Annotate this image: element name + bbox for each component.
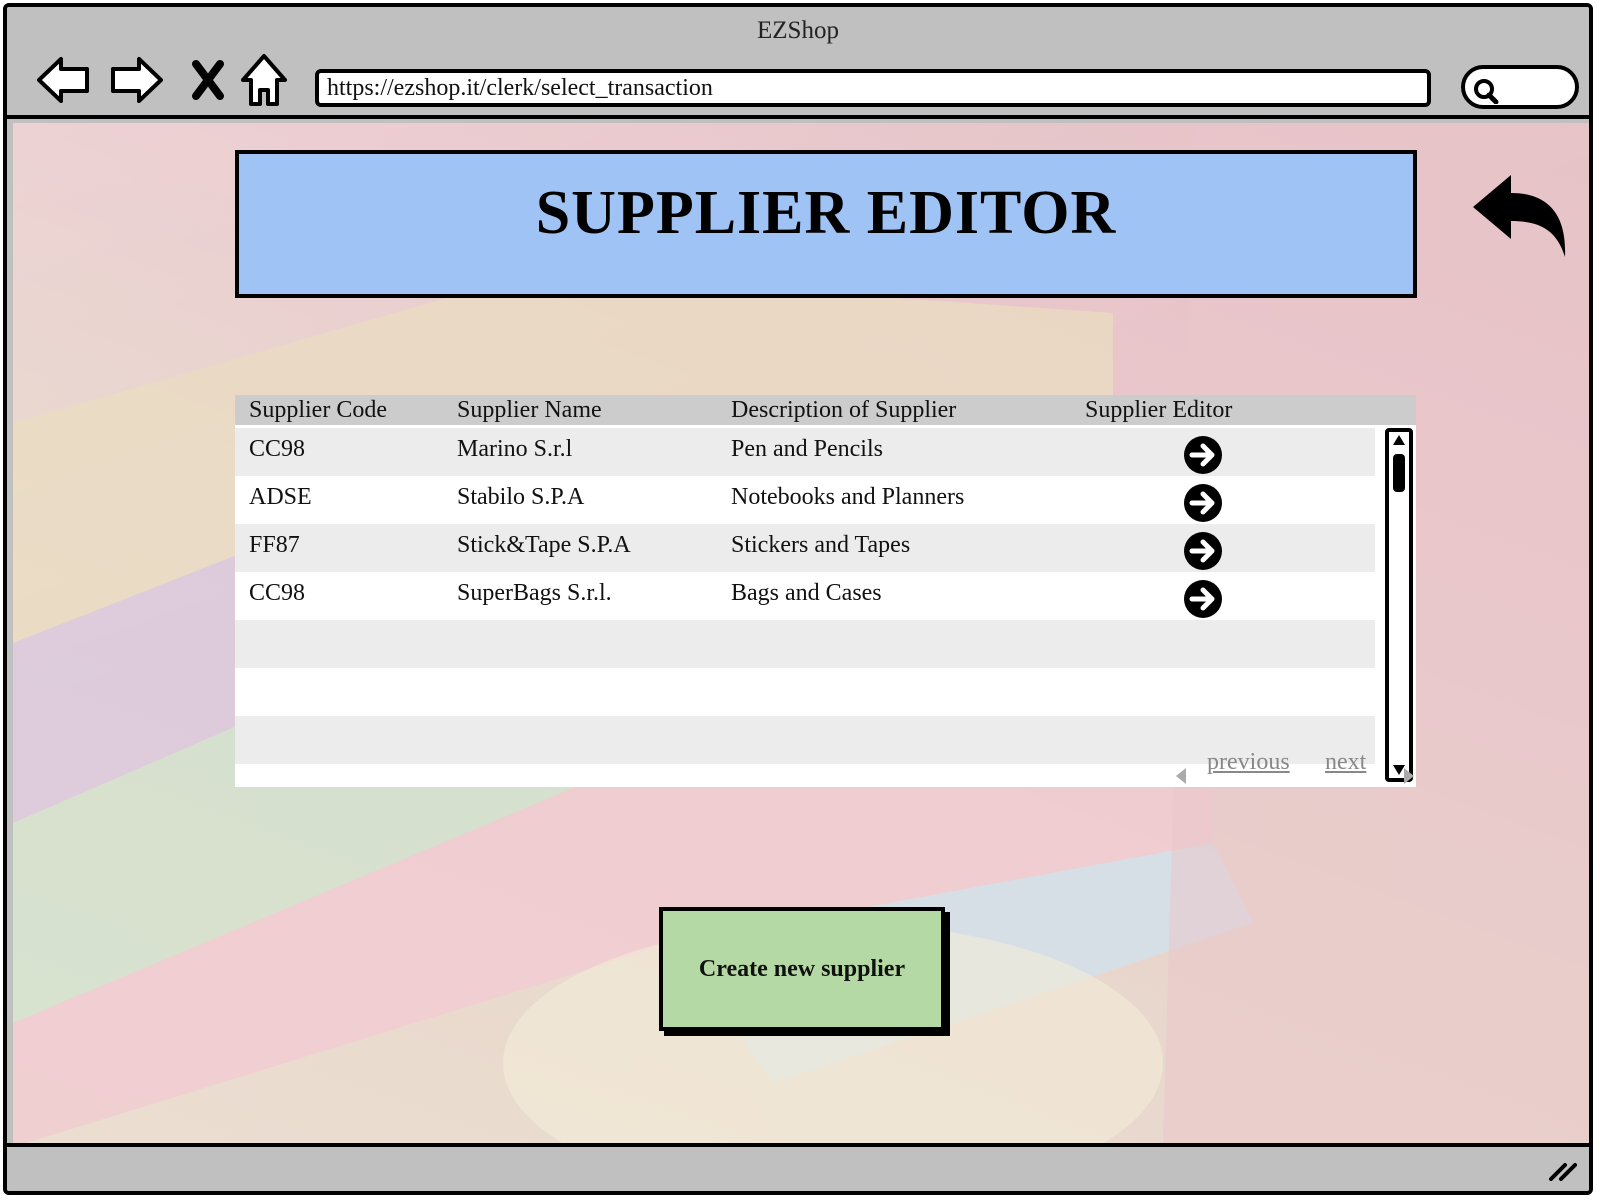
pager-previous-link[interactable]: previous	[1207, 749, 1290, 776]
supplier-code: FF87	[249, 532, 300, 558]
table-scrollbar[interactable]	[1385, 428, 1413, 782]
edit-supplier-arrow-icon[interactable]	[1183, 579, 1223, 619]
browser-titlebar: EZShop https://ezshop.it/clerk/select_tr…	[7, 7, 1589, 119]
x-icon[interactable]	[179, 51, 237, 109]
table-header: Supplier Code Supplier Name Description …	[235, 395, 1416, 425]
create-supplier-button[interactable]: Create new supplier	[659, 907, 945, 1031]
supplier-name: Stick&Tape S.P.A	[457, 532, 631, 558]
search-icon	[1474, 79, 1499, 104]
table-row[interactable]: ADSE Stabilo S.P.A Notebooks and Planner…	[235, 476, 1375, 524]
status-bar	[7, 1143, 1589, 1191]
supplier-name: Marino S.r.l	[457, 436, 573, 462]
resize-grip-icon[interactable]	[1547, 1159, 1577, 1181]
pager-left-icon	[1176, 768, 1186, 784]
window-title: EZShop	[757, 17, 839, 44]
supplier-table: Supplier Code Supplier Name Description …	[235, 395, 1416, 787]
return-arrow-icon[interactable]	[1471, 171, 1569, 266]
arrow-right-icon[interactable]	[107, 51, 165, 109]
empty-table-row	[235, 716, 1375, 764]
edit-supplier-arrow-icon[interactable]	[1183, 483, 1223, 523]
table-row[interactable]: FF87 Stick&Tape S.P.A Stickers and Tapes	[235, 524, 1375, 572]
supplier-code: CC98	[249, 436, 306, 462]
supplier-code: ADSE	[249, 484, 312, 510]
page-title-banner: SUPPLIER EDITOR	[235, 150, 1417, 298]
empty-table-row	[235, 668, 1375, 716]
url-bar[interactable]: https://ezshop.it/clerk/select_transacti…	[315, 69, 1431, 107]
header-supplier-code: Supplier Code	[249, 397, 387, 423]
edit-supplier-arrow-icon[interactable]	[1183, 531, 1223, 571]
pager-right-icon	[1404, 768, 1414, 784]
supplier-description: Notebooks and Planners	[731, 484, 965, 510]
search-field[interactable]	[1461, 65, 1579, 109]
header-description: Description of Supplier	[731, 397, 957, 423]
supplier-name: Stabilo S.P.A	[457, 484, 585, 510]
supplier-name: SuperBags S.r.l.	[457, 580, 612, 606]
edit-supplier-arrow-icon[interactable]	[1183, 435, 1223, 475]
header-supplier-editor: Supplier Editor	[1085, 397, 1233, 423]
home-icon[interactable]	[235, 51, 293, 109]
scrollbar-thumb[interactable]	[1393, 454, 1405, 492]
table-row[interactable]: CC98 SuperBags S.r.l. Bags and Cases	[235, 572, 1375, 620]
arrow-left-icon[interactable]	[35, 51, 93, 109]
header-supplier-name: Supplier Name	[457, 397, 602, 423]
supplier-description: Stickers and Tapes	[731, 532, 911, 558]
supplier-code: CC98	[249, 580, 306, 606]
supplier-description: Pen and Pencils	[731, 436, 883, 462]
page-title: SUPPLIER EDITOR	[535, 178, 1117, 247]
empty-table-row	[235, 620, 1375, 668]
pager-next-link[interactable]: next	[1325, 749, 1366, 776]
table-row[interactable]: CC98 Marino S.r.l Pen and Pencils	[235, 428, 1375, 476]
supplier-description: Bags and Cases	[731, 580, 882, 606]
scroll-up-icon[interactable]	[1392, 434, 1406, 446]
page-content: SUPPLIER EDITOR Supplier Code Supplier N…	[13, 123, 1589, 1147]
browser-window: EZShop https://ezshop.it/clerk/select_tr…	[3, 3, 1593, 1195]
